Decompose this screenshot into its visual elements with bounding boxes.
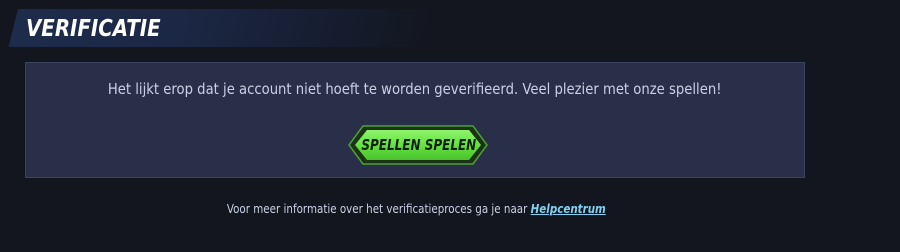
play-games-button-text: SPELLEN SPELEN (361, 136, 477, 154)
play-games-button[interactable]: SPELLEN SPELEN (347, 124, 489, 166)
verification-message: Het lijkt erop dat je account niet hoeft… (26, 80, 804, 98)
verification-panel: Het lijkt erop dat je account niet hoeft… (25, 62, 805, 178)
help-footer-line: Voor meer informatie over het verificati… (227, 202, 606, 216)
help-footer-text: Voor meer informatie over het verificati… (226, 202, 528, 216)
play-games-button-label: SPELLEN SPELEN (347, 124, 489, 166)
help-footer: Voor meer informatie over het verificati… (0, 202, 832, 216)
verification-message-text: Het lijkt erop dat je account niet hoeft… (108, 80, 722, 98)
page-title: VERIFICATIE (26, 16, 161, 42)
help-center-link[interactable]: Helpcentrum (530, 202, 605, 216)
